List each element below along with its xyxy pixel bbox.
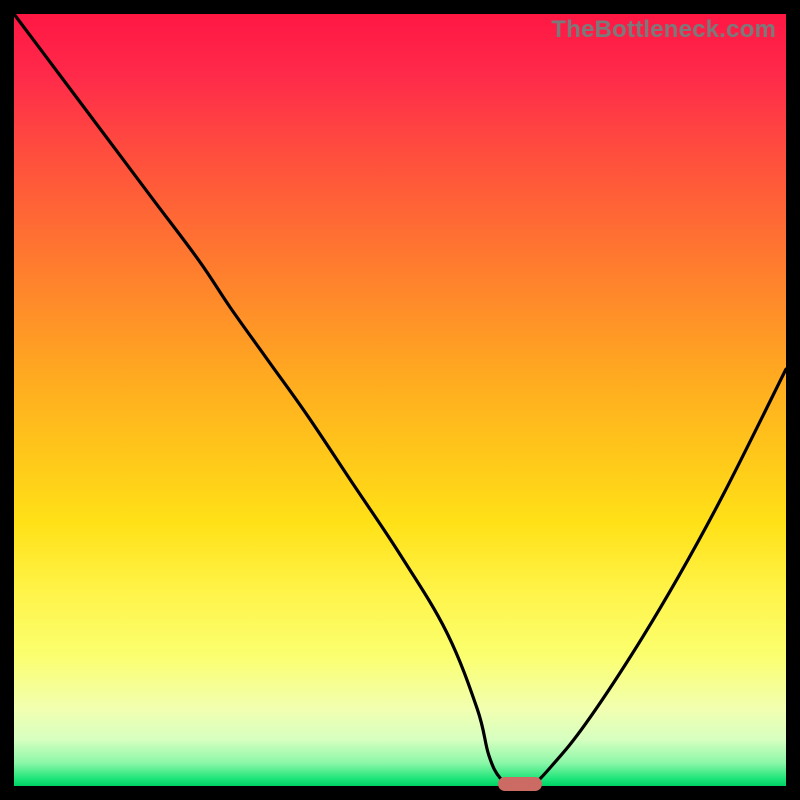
plot-area: TheBottleneck.com	[14, 14, 786, 786]
chart-frame: TheBottleneck.com	[0, 0, 800, 800]
optimal-marker	[498, 777, 542, 791]
bottleneck-curve	[14, 14, 786, 786]
